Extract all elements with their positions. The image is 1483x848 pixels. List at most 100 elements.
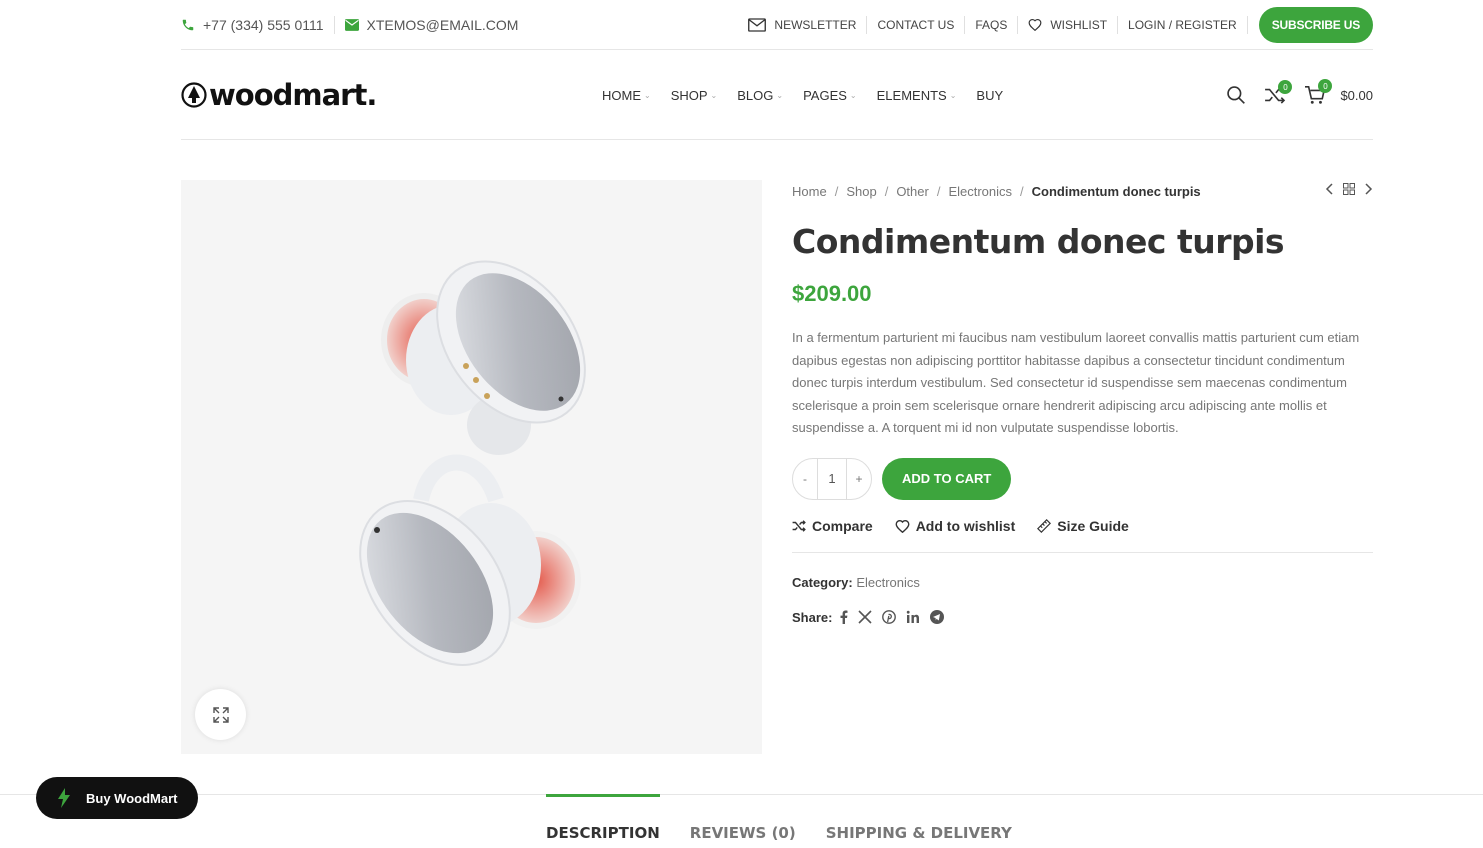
login-register-link[interactable]: LOGIN / REGISTER xyxy=(1128,18,1237,32)
zoom-button[interactable] xyxy=(195,689,246,740)
chevron-down-icon: ⌄ xyxy=(644,90,651,100)
compare-link[interactable]: Compare xyxy=(792,518,873,534)
buy-woodmart-button[interactable]: Buy WoodMart xyxy=(36,777,198,819)
phone-icon xyxy=(182,19,194,30)
category-link[interactable]: Electronics xyxy=(856,575,920,590)
expand-icon xyxy=(212,706,229,723)
phone-contact[interactable]: +77 (334) 555 0111 xyxy=(181,17,324,33)
buy-woodmart-label: Buy WoodMart xyxy=(86,790,178,806)
newsletter-link[interactable]: NEWSLETTER xyxy=(748,18,856,32)
search-icon xyxy=(1227,86,1246,104)
chevron-down-icon: ⌄ xyxy=(776,90,784,100)
breadcrumb-separator: / xyxy=(936,183,941,199)
nav-blog-label: BLOG xyxy=(737,87,774,103)
telegram-icon xyxy=(930,610,945,624)
wishlist-label: Add to wishlist xyxy=(915,517,1016,534)
tab-shipping[interactable]: SHIPPING & DELIVERY xyxy=(826,794,1012,842)
product-navigation xyxy=(1315,183,1373,195)
product-gallery[interactable] xyxy=(181,180,762,754)
nav-blog[interactable]: BLOG ⌄ xyxy=(737,88,783,103)
quantity-stepper: - 1 + xyxy=(792,457,872,500)
shuffle-icon xyxy=(792,519,806,532)
breadcrumb-separator: / xyxy=(1020,183,1024,199)
breadcrumb-electronics[interactable]: Electronics xyxy=(948,184,1012,199)
breadcrumb-home[interactable]: Home xyxy=(792,184,827,199)
facebook-icon xyxy=(840,610,848,624)
email-address: XTEMOS@EMAIL.COM xyxy=(366,16,519,33)
wishlist-label: WISHLIST xyxy=(1050,17,1108,32)
share-row: Share: xyxy=(792,610,1373,625)
contact-us-link[interactable]: CONTACT US xyxy=(877,18,954,32)
compare-count-badge: 0 xyxy=(1278,80,1293,94)
breadcrumb-current: Condimentum donec turpis xyxy=(1031,183,1201,199)
compare-label: Compare xyxy=(812,517,873,534)
nav-home[interactable]: HOME ⌄ xyxy=(602,88,651,103)
phone-number: +77 (334) 555 0111 xyxy=(203,16,324,33)
cart-count-badge: 0 xyxy=(1318,79,1333,93)
product-summary: Home / Shop / Other / Electronics / Cond… xyxy=(792,180,1373,625)
back-to-shop-button[interactable] xyxy=(1343,183,1355,195)
telegram-share-button[interactable] xyxy=(930,610,945,624)
nav-shop[interactable]: SHOP ⌄ xyxy=(671,88,718,103)
linkedin-share-button[interactable] xyxy=(906,610,920,624)
divider xyxy=(1246,15,1248,34)
divider xyxy=(866,15,868,34)
compare-button[interactable]: 0 xyxy=(1264,80,1293,104)
pinterest-share-button[interactable] xyxy=(882,610,897,624)
prev-product-button[interactable] xyxy=(1325,183,1333,195)
subscribe-button[interactable]: SUBSCRIBE US xyxy=(1258,6,1373,43)
quantity-minus-button[interactable]: - xyxy=(793,472,817,486)
breadcrumb-other[interactable]: Other xyxy=(896,184,929,199)
facebook-share-button[interactable] xyxy=(840,610,848,624)
quantity-input[interactable]: 1 xyxy=(817,458,847,499)
cart-button[interactable]: 0 xyxy=(1304,79,1333,105)
lightning-icon xyxy=(58,788,70,808)
envelope-icon xyxy=(748,17,767,32)
size-guide-label: Size Guide xyxy=(1057,517,1129,534)
next-product-button[interactable] xyxy=(1365,183,1373,195)
divider xyxy=(1017,15,1019,34)
top-bar-links: NEWSLETTER CONTACT US FAQS WISHLIST LOGI… xyxy=(748,6,1373,43)
site-logo[interactable]: woodmart. xyxy=(181,78,381,112)
mail-icon xyxy=(344,18,359,31)
email-contact[interactable]: XTEMOS@EMAIL.COM xyxy=(344,16,519,33)
product-title: Condimentum donec turpis xyxy=(792,222,1285,261)
pinterest-icon xyxy=(882,610,897,624)
add-to-wishlist-link[interactable]: Add to wishlist xyxy=(895,517,1016,534)
quantity-plus-button[interactable]: + xyxy=(847,472,871,486)
breadcrumb-shop[interactable]: Shop xyxy=(846,184,876,199)
tab-reviews[interactable]: REVIEWS (0) xyxy=(690,794,796,842)
nav-pages-label: PAGES xyxy=(803,87,847,103)
divider xyxy=(1117,15,1119,34)
top-bar: +77 (334) 555 0111 XTEMOS@EMAIL.COM NEWS… xyxy=(181,0,1373,50)
chevron-down-icon: ⌄ xyxy=(849,90,857,100)
nav-buy[interactable]: BUY xyxy=(976,88,1003,103)
x-icon xyxy=(858,610,873,624)
breadcrumb: Home / Shop / Other / Electronics / Cond… xyxy=(792,180,1373,202)
add-to-cart-row: - 1 + ADD TO CART xyxy=(792,457,1373,500)
cart-total[interactable]: $0.00 xyxy=(1340,88,1373,103)
breadcrumb-separator: / xyxy=(834,183,839,199)
tab-description[interactable]: DESCRIPTION xyxy=(546,794,660,842)
product-description: In a fermentum parturient mi faucibus na… xyxy=(792,330,1360,435)
chevron-down-icon: ⌄ xyxy=(949,90,957,100)
nav-home-label: HOME xyxy=(602,87,641,103)
faqs-link[interactable]: FAQS xyxy=(975,18,1007,32)
heart-icon xyxy=(895,519,910,533)
heart-icon xyxy=(1028,18,1042,31)
product-price: $209.00 xyxy=(792,281,872,306)
main-header: woodmart. HOME ⌄ SHOP ⌄ BLOG ⌄ PAGES ⌄ ELEME… xyxy=(181,50,1373,140)
nav-elements[interactable]: ELEMENTS ⌄ xyxy=(877,88,957,103)
add-to-cart-button[interactable]: ADD TO CART xyxy=(882,457,1012,500)
chevron-down-icon: ⌄ xyxy=(710,90,718,100)
search-button[interactable] xyxy=(1226,85,1246,105)
tree-logo-icon xyxy=(181,81,207,108)
divider xyxy=(333,15,335,34)
nav-pages[interactable]: PAGES ⌄ xyxy=(803,88,857,103)
wishlist-link[interactable]: WISHLIST xyxy=(1028,18,1107,32)
share-label: Share: xyxy=(792,609,833,625)
size-guide-link[interactable]: Size Guide xyxy=(1037,518,1129,534)
linkedin-icon xyxy=(907,610,920,623)
category-label: Category: xyxy=(792,574,853,590)
x-share-button[interactable] xyxy=(858,610,873,624)
